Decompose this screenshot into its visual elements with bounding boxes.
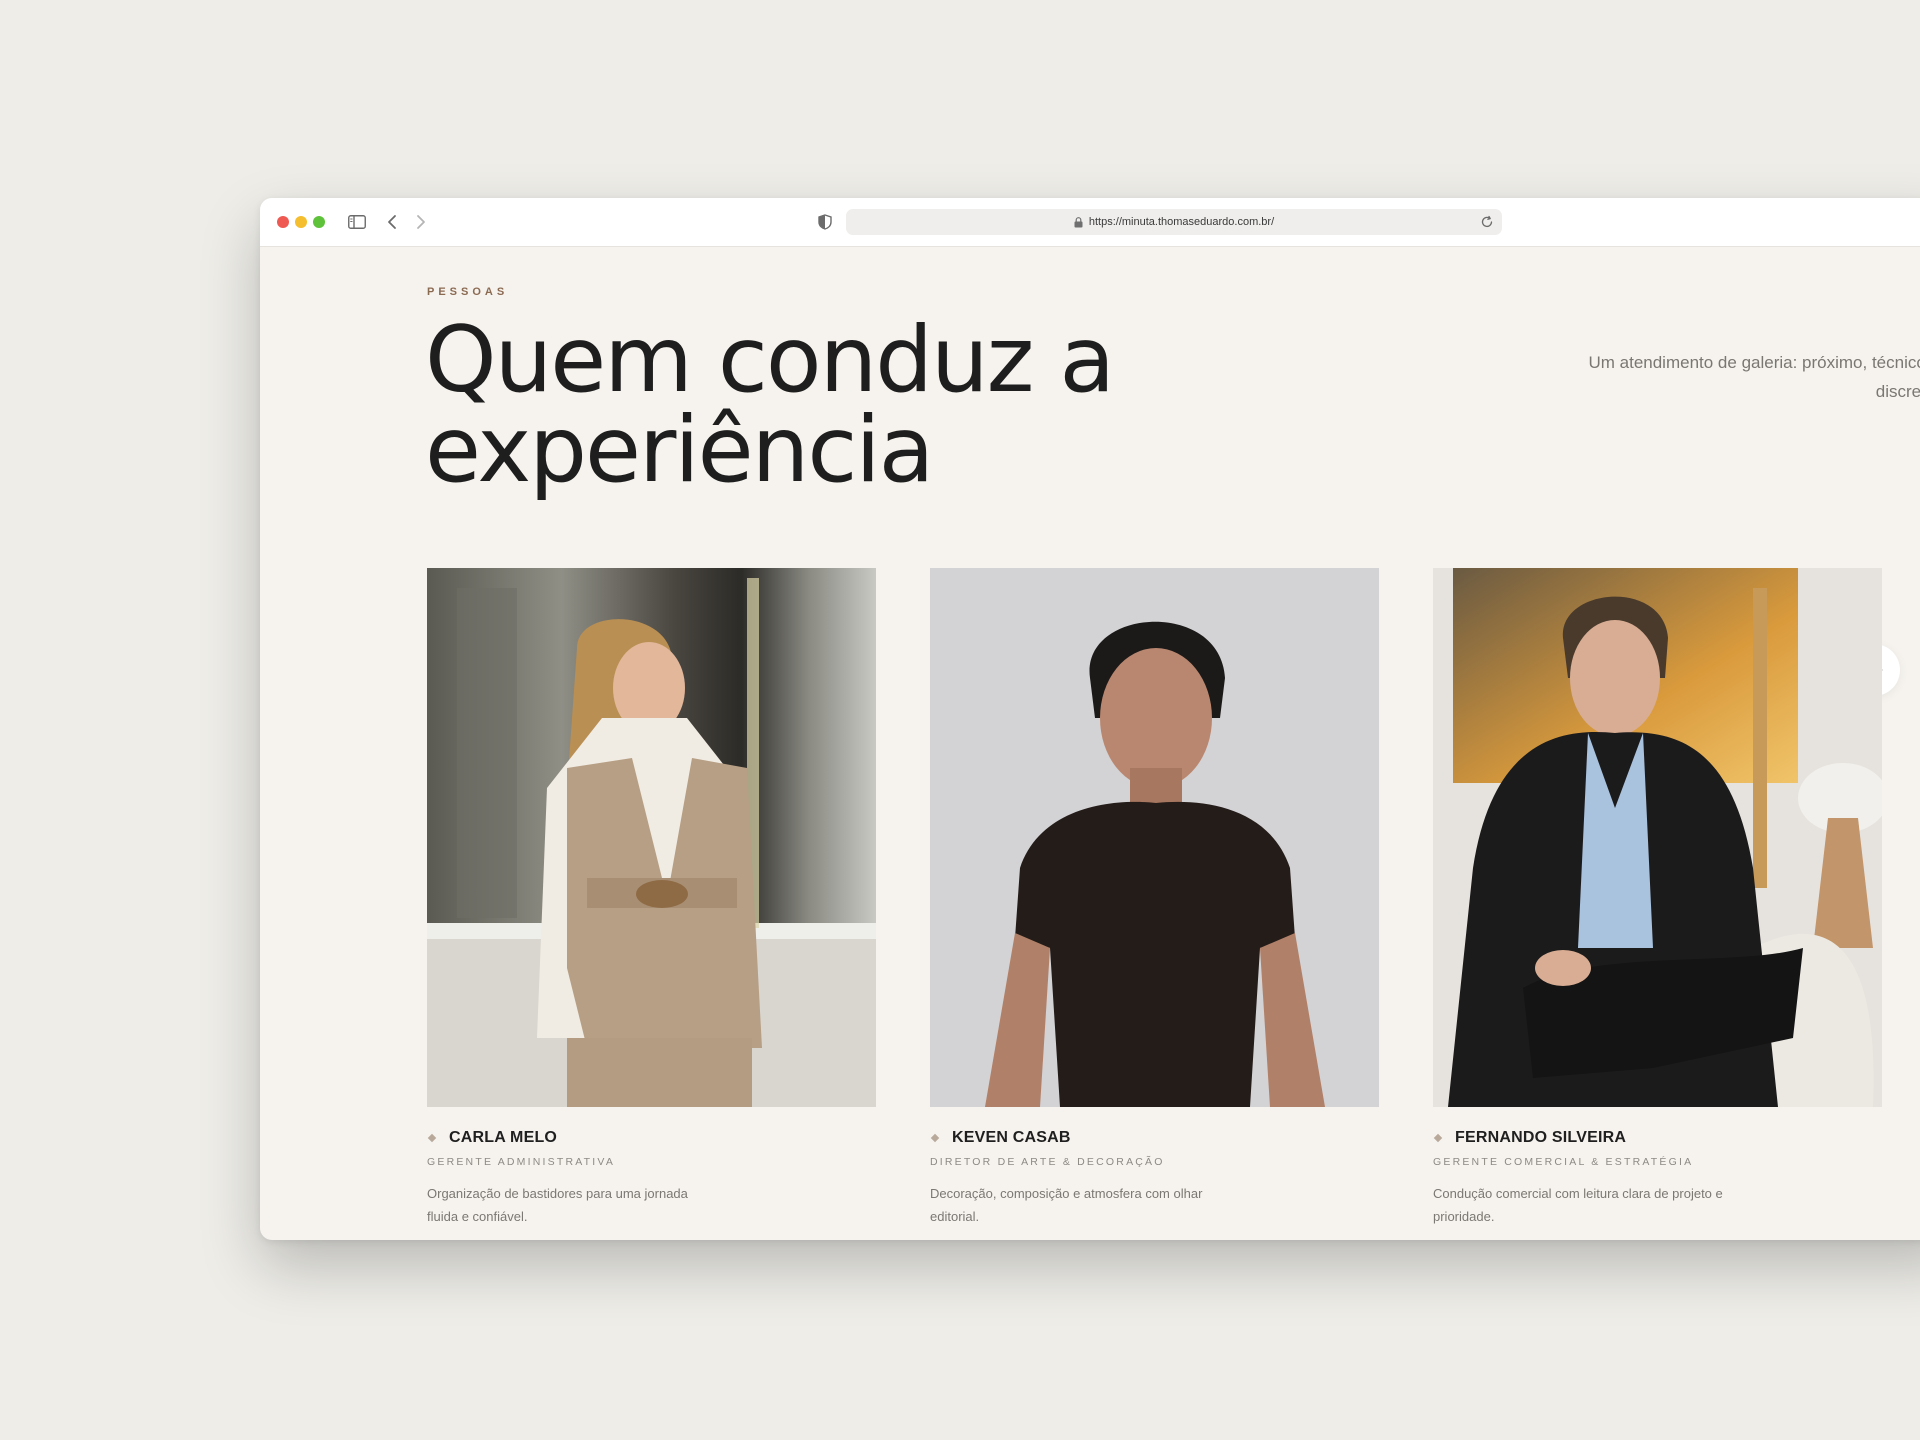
lock-icon [1074, 216, 1083, 228]
reload-icon[interactable] [1480, 215, 1494, 234]
team-member-description: Organização de bastidores para uma jorna… [427, 1186, 688, 1224]
team-photo [427, 568, 876, 1107]
privacy-shield-icon[interactable] [813, 210, 837, 234]
close-window-button[interactable] [277, 216, 289, 228]
team-member-name: KEVEN CASAB [952, 1129, 1071, 1146]
sidebar-icon[interactable] [344, 210, 370, 234]
back-arrow-icon[interactable] [380, 210, 404, 234]
address-bar[interactable]: https://minuta.thomaseduardo.com.br/ [846, 209, 1502, 235]
diamond-bullet-icon [427, 1133, 437, 1143]
team-name-row: CARLA MELO [427, 1129, 876, 1147]
section-tagline: Um atendimento de galeria: próximo, técn… [1588, 353, 1920, 401]
team-photo [1433, 568, 1882, 1107]
minimize-window-button[interactable] [295, 216, 307, 228]
title-line-2: experiência [425, 398, 934, 503]
browser-toolbar: https://minuta.thomaseduardo.com.br/ [260, 198, 1920, 247]
zoom-window-button[interactable] [313, 216, 325, 228]
team-member-role: GERENTE COMERCIAL & ESTRATÉGIA [1433, 1156, 1694, 1168]
team-member-description: Condução comercial com leitura clara de … [1433, 1186, 1723, 1224]
team-member-role: GERENTE ADMINISTRATIVA [427, 1156, 616, 1168]
team-member-role: DIRETOR DE ARTE & DECORAÇÃO [930, 1156, 1165, 1168]
diamond-bullet-icon [1433, 1133, 1443, 1143]
team-photo [930, 568, 1379, 1107]
diamond-bullet-icon [930, 1133, 940, 1143]
team-card[interactable]: CARLA MELO GERENTE ADMINISTRATIVA Organi… [427, 568, 876, 1228]
section-title: Quem conduz a experiência [425, 315, 1115, 496]
section-eyebrow: PESSOAS [427, 286, 509, 298]
team-member-name: CARLA MELO [449, 1129, 558, 1146]
team-name-row: KEVEN CASAB [930, 1129, 1379, 1147]
team-card[interactable]: KEVEN CASAB DIRETOR DE ARTE & DECORAÇÃO … [930, 568, 1379, 1228]
url-text: https://minuta.thomaseduardo.com.br/ [1088, 216, 1275, 228]
team-member-description: Decoração, composição e atmosfera com ol… [930, 1186, 1203, 1224]
browser-window: https://minuta.thomaseduardo.com.br/ PES… [260, 198, 1920, 1240]
forward-arrow-icon[interactable] [409, 210, 433, 234]
team-member-name: FERNANDO SILVEIRA [1455, 1129, 1627, 1146]
team-name-row: FERNANDO SILVEIRA [1433, 1129, 1882, 1147]
team-card[interactable]: FERNANDO SILVEIRA GERENTE COMERCIAL & ES… [1433, 568, 1882, 1228]
